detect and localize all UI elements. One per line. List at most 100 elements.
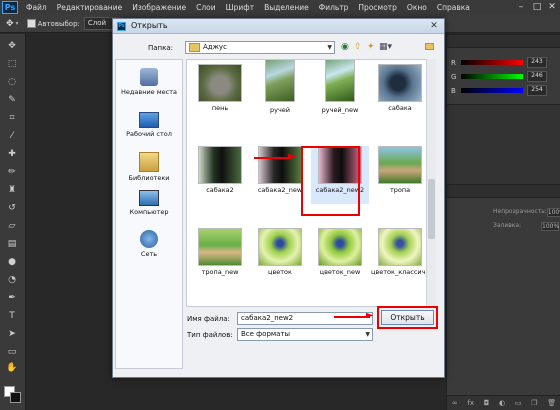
- filetype-select[interactable]: Все форматы ▼: [237, 328, 373, 341]
- places-bar: Недавние места Рабочий стол Библиотеки К…: [115, 59, 183, 369]
- file-thumbnail: [325, 60, 355, 102]
- place-computer[interactable]: Компьютер: [118, 190, 180, 216]
- gradient-tool-icon[interactable]: ▤: [5, 238, 19, 250]
- file-item[interactable]: цветок: [251, 228, 309, 286]
- hand-tool-icon[interactable]: ✋: [5, 362, 19, 374]
- menu-type[interactable]: Шрифт: [221, 3, 259, 12]
- file-item[interactable]: сабака: [371, 64, 429, 122]
- filetype-label: Тип файлов:: [187, 331, 233, 339]
- place-recent[interactable]: Недавние места: [118, 68, 180, 96]
- menu-edit[interactable]: Редактирование: [52, 3, 127, 12]
- filename-label: Имя файла:: [187, 315, 230, 323]
- menu-image[interactable]: Изображение: [127, 3, 191, 12]
- fill-value[interactable]: 100%: [541, 222, 559, 231]
- place-libraries[interactable]: Библиотеки: [118, 152, 180, 182]
- desktop-icon: [139, 112, 159, 128]
- tools-panel: ✥ ⬚ ◌ ✎ ⌗ ⁄ ✚ ✏ ♜ ↺ ▱ ▤ ● ◔ ✒ T ➤ ▭ ✋: [0, 34, 26, 410]
- blur-tool-icon[interactable]: ●: [5, 256, 19, 268]
- file-thumbnail: [198, 146, 242, 184]
- shape-tool-icon[interactable]: ▭: [5, 346, 19, 358]
- color-panel-header: [447, 34, 560, 48]
- slider-r-bar[interactable]: [461, 60, 523, 65]
- menu-select[interactable]: Выделение: [259, 3, 314, 12]
- autoselect-checkbox[interactable]: [26, 19, 36, 28]
- place-network[interactable]: Сеть: [118, 230, 180, 258]
- brush-tool-icon[interactable]: ✏: [5, 166, 19, 178]
- file-item[interactable]: тропа_new: [191, 228, 249, 286]
- folder-select[interactable]: Аджус ▼: [185, 41, 335, 54]
- file-item[interactable]: тропа: [371, 146, 429, 204]
- slider-g[interactable]: G 246: [451, 71, 557, 82]
- tool-preset-arrow-icon[interactable]: ▾: [16, 20, 19, 27]
- place-desktop[interactable]: Рабочий стол: [118, 112, 180, 138]
- crop-tool-icon[interactable]: ⌗: [5, 112, 19, 124]
- file-item[interactable]: пень: [191, 64, 249, 122]
- up-folder-icon[interactable]: ⇧: [354, 42, 362, 52]
- chevron-down-icon: ▼: [327, 44, 332, 51]
- view-menu-icon[interactable]: ▦▾: [379, 42, 392, 52]
- quick-select-tool-icon[interactable]: ✎: [5, 94, 19, 106]
- stamp-tool-icon[interactable]: ♜: [5, 184, 19, 196]
- move-tool-icon[interactable]: ✥: [5, 40, 19, 52]
- menu-layers[interactable]: Слои: [191, 3, 221, 12]
- lasso-tool-icon[interactable]: ◌: [5, 76, 19, 88]
- opacity-row[interactable]: Непрозрачность: 100%: [493, 208, 560, 217]
- minimize-icon[interactable]: –: [514, 0, 528, 15]
- file-item[interactable]: цветок_new: [311, 228, 369, 286]
- menu-help[interactable]: Справка: [432, 3, 475, 12]
- maximize-icon[interactable]: □: [530, 0, 544, 15]
- history-brush-tool-icon[interactable]: ↺: [5, 202, 19, 214]
- opacity-value[interactable]: 100%: [546, 208, 560, 217]
- new-folder-icon[interactable]: ✦: [367, 42, 375, 52]
- folder-icon[interactable]: ▭: [515, 399, 522, 407]
- eraser-tool-icon[interactable]: ▱: [5, 220, 19, 232]
- slider-r-value[interactable]: 243: [527, 57, 547, 68]
- pen-tool-icon[interactable]: ✒: [5, 292, 19, 304]
- place-libraries-label: Библиотеки: [128, 174, 170, 182]
- new-layer-icon[interactable]: ❐: [531, 399, 537, 407]
- place-computer-label: Компьютер: [129, 208, 169, 216]
- slider-g-value[interactable]: 246: [527, 71, 547, 82]
- folder-shortcut-icon[interactable]: [425, 43, 434, 50]
- trash-icon[interactable]: 🗑: [547, 399, 556, 407]
- filename-input[interactable]: сабака2_new2: [237, 312, 373, 325]
- marquee-tool-icon[interactable]: ⬚: [5, 58, 19, 70]
- fill-row[interactable]: Заливка: 100%: [493, 222, 559, 231]
- type-tool-icon[interactable]: T: [5, 310, 19, 322]
- link-layers-icon[interactable]: ∞: [452, 399, 458, 407]
- back-icon[interactable]: ◉: [341, 42, 349, 52]
- slider-b-bar[interactable]: [461, 88, 523, 93]
- move-tool-icon[interactable]: ✥: [6, 19, 14, 29]
- scrollbar-thumb[interactable]: [428, 179, 435, 239]
- menu-view[interactable]: Просмотр: [353, 3, 402, 12]
- healing-tool-icon[interactable]: ✚: [5, 148, 19, 160]
- slider-g-bar[interactable]: [461, 74, 523, 79]
- dialog-close-icon[interactable]: ✕: [426, 20, 442, 32]
- slider-b-label: B: [451, 86, 456, 95]
- folder-label: Папка:: [148, 44, 174, 52]
- dodge-tool-icon[interactable]: ◔: [5, 274, 19, 286]
- fx-icon[interactable]: fx: [467, 399, 474, 407]
- menu-window[interactable]: Окно: [402, 3, 432, 12]
- autoselect-label: Автовыбор:: [37, 19, 80, 28]
- path-select-tool-icon[interactable]: ➤: [5, 328, 19, 340]
- eyedropper-tool-icon[interactable]: ⁄: [5, 130, 19, 142]
- slider-b[interactable]: B 254: [451, 85, 557, 96]
- close-icon[interactable]: ✕: [545, 0, 559, 15]
- slider-b-value[interactable]: 254: [527, 85, 547, 96]
- background-color-swatch[interactable]: [10, 392, 21, 403]
- adjustment-layer-icon[interactable]: ◐: [499, 399, 505, 407]
- slider-r[interactable]: R 243: [451, 57, 557, 68]
- file-list-scrollbar[interactable]: [426, 59, 436, 307]
- file-item[interactable]: цветок_классич...: [371, 228, 432, 286]
- file-item[interactable]: ручей_new: [311, 60, 369, 114]
- mask-icon[interactable]: ◘: [484, 399, 490, 407]
- menu-file[interactable]: Файл: [21, 3, 52, 12]
- file-item[interactable]: сабака2: [191, 146, 249, 204]
- file-item[interactable]: ручей: [251, 60, 309, 114]
- open-button-highlight: [377, 306, 438, 329]
- file-name: ручей: [269, 106, 291, 114]
- slider-r-label: R: [451, 58, 456, 67]
- menu-filter[interactable]: Фильтр: [314, 3, 354, 12]
- filetype-select-value: Все форматы: [241, 330, 291, 338]
